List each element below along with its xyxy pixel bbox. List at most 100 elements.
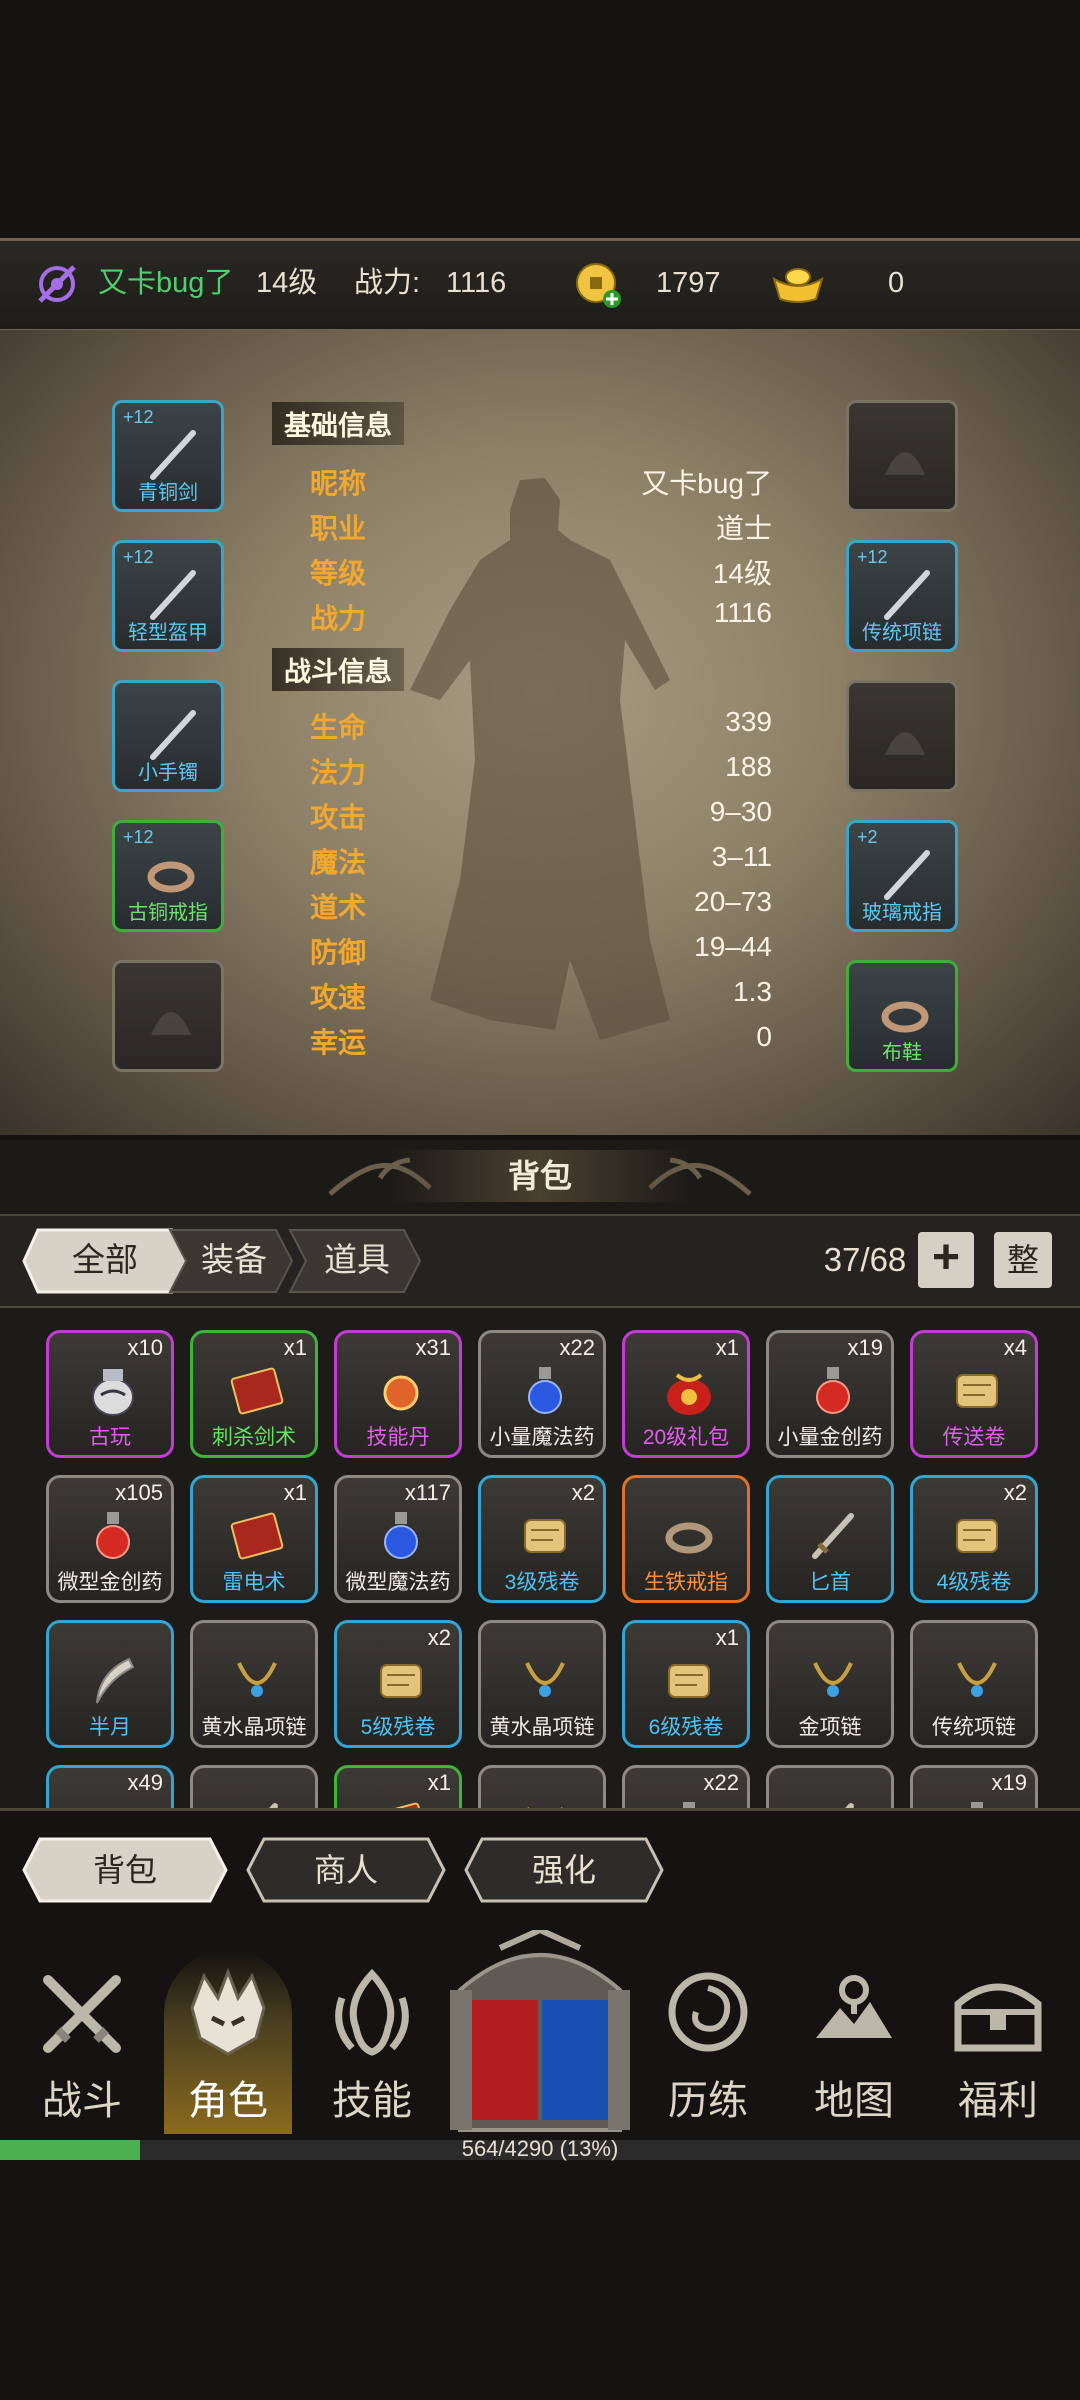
item-count: x31 [415,1335,451,1360]
equip-slot-left-1[interactable]: +12 青铜剑 [112,400,224,512]
bag-item[interactable]: x22 [622,1765,750,1808]
bag-title: 背包 [390,1150,690,1202]
stat-value: 1116 [713,597,772,628]
nav-portal[interactable] [440,1926,640,2140]
bag-item[interactable]: 黄水晶项链 [478,1620,606,1748]
bag-item[interactable]: x117 微型魔法药 [334,1475,462,1603]
nav-welfare[interactable]: 福利 [934,1950,1062,2134]
dagger-icon [845,1803,854,1808]
dagger-icon [269,1803,278,1808]
bag-item[interactable]: 黄水晶项链 [190,1620,318,1748]
coin-add-icon[interactable] [574,261,622,309]
nav-skills[interactable]: 技能 [308,1950,436,2134]
tab-all[interactable]: 全部 [20,1226,190,1294]
bag-item[interactable]: 匕首 [766,1475,894,1603]
stat-value: 0 [756,1021,772,1052]
equipment-name: 布鞋 [882,1042,922,1064]
scroll-icon [956,1374,998,1408]
item-name: 金项链 [798,1716,862,1739]
item-name: 雷电术 [222,1571,286,1594]
nav-character[interactable]: 角色 [164,1950,292,2134]
bag-item[interactable]: x19 小量金创药 [766,1330,894,1458]
equip-slot-right-1[interactable] [846,400,958,512]
item-name: 4级残卷 [936,1571,1012,1594]
bag-item[interactable]: x31 技能丹 [334,1330,462,1458]
bag-item[interactable]: x1 6级残卷 [622,1620,750,1748]
equip-slot-left-5[interactable] [112,960,224,1072]
item-count: x2 [427,1625,451,1650]
equip-slot-right-4[interactable]: +2 玻璃戒指 [846,820,958,932]
nav-welfare-label: 福利 [958,2079,1038,2123]
item-count: x117 [404,1480,451,1505]
stat-value: 又卡bug了 [641,468,772,499]
necklace-icon [957,1662,997,1697]
player-level: 14级 [256,267,318,299]
bag-item[interactable]: x2 3级残卷 [478,1475,606,1603]
bag-item[interactable]: x4 传送卷 [910,1330,1038,1458]
bottom-nav: 战斗 角色 技能 历练 地图 福利 [0,1926,1080,2140]
equip-slot-right-5[interactable]: 布鞋 [846,960,958,1072]
equip-slot-right-3[interactable] [846,680,958,792]
enhance-level: +12 [857,547,888,567]
treasure-chest-icon [954,1983,1042,2052]
bag-item[interactable]: x105 微型金创药 [46,1475,174,1603]
bag-item[interactable]: x1 [334,1765,462,1808]
bag-item[interactable] [766,1765,894,1808]
nav-training-label: 历练 [668,2079,748,2123]
nav-training[interactable]: 历练 [644,1950,772,2134]
bag-item[interactable]: x22 小量魔法药 [478,1330,606,1458]
bag-item[interactable]: x1 雷电术 [190,1475,318,1603]
nav-battle[interactable]: 战斗 [18,1950,146,2134]
stat-label: 道术 [310,892,367,923]
tab-equipment[interactable]: 装备 [172,1226,296,1294]
expand-bag-button[interactable]: + [918,1232,974,1288]
item-name: 生铁戒指 [644,1571,728,1594]
bag-item[interactable] [478,1765,606,1808]
bag-filter-bar: 全部 装备 道具 37/68 + 整 [0,1214,1080,1308]
bag-item[interactable]: 生铁戒指 [622,1475,750,1603]
equip-slot-right-2[interactable]: +12 传统项链 [846,540,958,652]
subtab-bag[interactable]: 背包 [25,1838,225,1902]
scroll-icon [380,1664,422,1698]
item-name: 5级残卷 [360,1716,436,1739]
item-name: 微型金创药 [57,1571,163,1594]
equip-slot-left-3[interactable]: 小手镯 [112,680,224,792]
bag-item[interactable]: x1 刺杀剑术 [190,1330,318,1458]
stat-label: 等级 [310,558,367,589]
equipment-icon [151,1012,191,1035]
experience-bar: 564/4290 (13%) [0,2136,1080,2161]
bag-item[interactable]: x19 [910,1765,1038,1808]
tab-items[interactable]: 道具 [292,1226,422,1294]
stat-label: 幸运 [310,1027,367,1058]
bag-item[interactable]: x10 古玩 [46,1330,174,1458]
portal-gate-icon [450,1926,630,2132]
equip-slot-left-2[interactable]: +12 轻型盔甲 [112,540,224,652]
bag-item[interactable]: 半月 [46,1620,174,1748]
crown-mask-icon [190,1968,266,2056]
item-name: 古玩 [89,1426,131,1449]
bag-item[interactable]: x1 20级礼包 [622,1330,750,1458]
bag-item[interactable] [190,1765,318,1808]
equipment-name: 轻型盔甲 [128,622,208,644]
bag-item[interactable]: x49 [46,1765,174,1808]
subtab-merchant[interactable]: 商人 [246,1838,446,1902]
bag-item[interactable]: x2 4级残卷 [910,1475,1038,1603]
stat-label: 法力 [310,757,367,788]
nav-map[interactable]: 地图 [790,1950,918,2134]
gift-bag-icon [667,1373,711,1415]
necklace-icon [237,1662,277,1697]
subtab-enhance[interactable]: 强化 [464,1838,664,1902]
bag-item[interactable]: x2 5级残卷 [334,1620,462,1748]
nav-battle-label: 战斗 [42,2079,122,2123]
item-count: x49 [127,1770,163,1795]
enhance-level: +2 [857,827,878,847]
item-count: x22 [559,1335,595,1360]
bag-item[interactable]: 传统项链 [910,1620,1038,1748]
item-count: x19 [847,1335,883,1360]
bag-item[interactable]: 金项链 [766,1620,894,1748]
equip-slot-left-4[interactable]: +12 古铜戒指 [112,820,224,932]
item-count: x10 [127,1335,163,1360]
sort-bag-button[interactable]: 整 [994,1232,1052,1288]
bag-capacity: 37/68 [823,1241,907,1278]
crescent-blade-icon [96,1657,135,1704]
